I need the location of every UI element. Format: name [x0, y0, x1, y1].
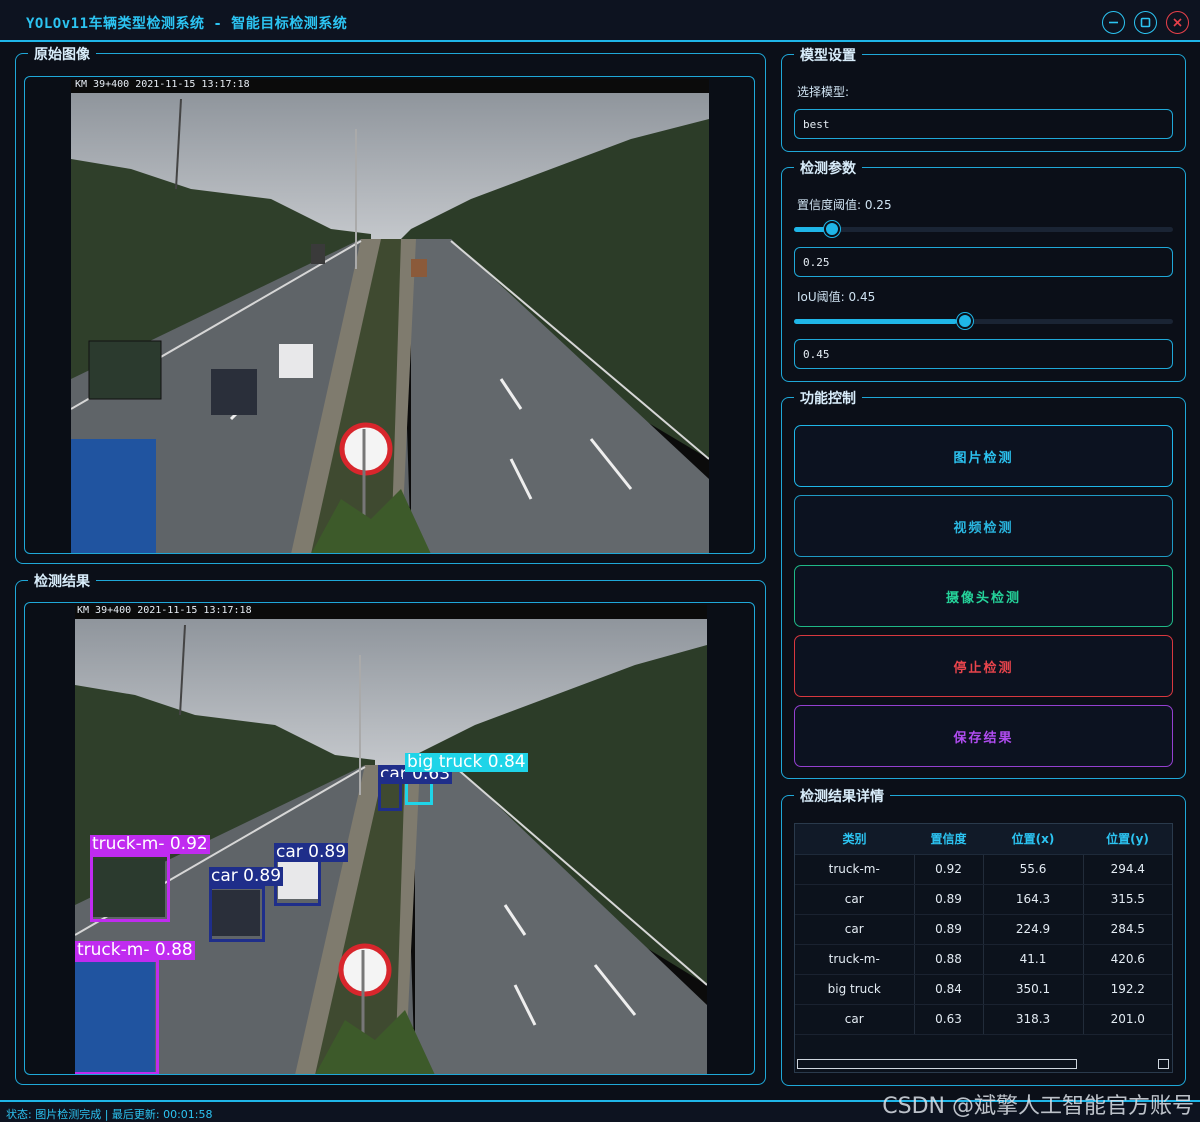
table-cell: 192.2	[1083, 974, 1172, 1005]
detection-params-title: 检测参数	[794, 158, 862, 178]
iou-slider[interactable]	[794, 313, 1173, 329]
column-header[interactable]: 置信度	[914, 824, 983, 855]
confidence-slider-handle[interactable]	[824, 221, 840, 237]
detection-label: big truck 0.84	[405, 752, 528, 772]
table-cell: 284.5	[1083, 914, 1172, 945]
table-cell: car	[795, 1004, 915, 1035]
table-cell: truck-m-	[795, 944, 915, 975]
highway-scene	[71, 79, 709, 553]
table-row[interactable]: truck-m- 0.88 41.1 420.6	[795, 944, 1172, 975]
horizontal-scrollbar[interactable]	[797, 1059, 1077, 1069]
model-select[interactable]: best	[794, 109, 1173, 139]
detection-box	[75, 959, 159, 1074]
table-cell: 350.1	[983, 974, 1084, 1005]
image-detect-button[interactable]: 图片检测	[794, 425, 1173, 487]
detection-box	[90, 854, 170, 922]
column-header[interactable]: 位置(y)	[1083, 824, 1172, 855]
title-bar: YOLOv11车辆类型检测系统 - 智能目标检测系统	[0, 0, 1200, 42]
table-cell: 0.89	[914, 914, 984, 945]
table-cell: 164.3	[983, 884, 1084, 915]
table-cell: truck-m-	[795, 854, 915, 885]
table-cell: 0.88	[914, 944, 984, 975]
results-table-container: 类别 置信度 位置(x) 位置(y) truck-m- 0.92 55.6 29…	[794, 823, 1173, 1073]
model-settings-title: 模型设置	[794, 45, 862, 65]
confidence-label: 置信度阈值: 0.25	[797, 198, 892, 212]
table-cell: 420.6	[1083, 944, 1172, 975]
detection-box	[378, 777, 402, 811]
column-header[interactable]: 类别	[795, 824, 914, 855]
column-header[interactable]: 位置(x)	[983, 824, 1083, 855]
function-controls-title: 功能控制	[794, 388, 862, 408]
table-cell: 294.4	[1083, 854, 1172, 885]
table-row[interactable]: truck-m- 0.92 55.6 294.4	[795, 854, 1172, 885]
table-cell: 315.5	[1083, 884, 1172, 915]
table-header-row: 类别 置信度 位置(x) 位置(y)	[795, 824, 1172, 855]
table-cell: 0.84	[914, 974, 984, 1005]
iou-slider-handle[interactable]	[957, 313, 973, 329]
result-timestamp: KM 39+400 2021-11-15 13:17:18	[77, 605, 252, 616]
table-cell: 201.0	[1083, 1004, 1172, 1035]
table-row[interactable]: car 0.89 224.9 284.5	[795, 914, 1172, 945]
model-select-label: 选择模型:	[797, 85, 850, 99]
stop-detect-button[interactable]: 停止检测	[794, 635, 1173, 697]
table-cell: 41.1	[983, 944, 1084, 975]
table-cell: big truck	[795, 974, 915, 1005]
close-icon[interactable]	[1166, 11, 1189, 34]
table-row[interactable]: big truck 0.84 350.1 192.2	[795, 974, 1172, 1005]
maximize-icon[interactable]	[1134, 11, 1157, 34]
table-cell: 0.63	[914, 1004, 984, 1035]
watermark: CSDN @斌擎人工智能官方账号	[882, 1094, 1194, 1119]
table-cell: 318.3	[983, 1004, 1084, 1035]
iou-slider-fill	[794, 319, 957, 324]
table-cell: 0.89	[914, 884, 984, 915]
camera-detect-button[interactable]: 摄像头检测	[794, 565, 1173, 627]
detection-label: car 0.89	[209, 866, 284, 886]
table-cell: 55.6	[983, 854, 1084, 885]
save-results-button[interactable]: 保存结果	[794, 705, 1173, 767]
result-image-title: 检测结果	[28, 571, 96, 591]
results-table: 类别 置信度 位置(x) 位置(y) truck-m- 0.92 55.6 29…	[795, 824, 1172, 1035]
original-image-frame: KM 39+400 2021-11-15 13:17:18	[24, 76, 755, 554]
original-image: KM 39+400 2021-11-15 13:17:18	[71, 79, 709, 553]
detection-details-title: 检测结果详情	[794, 786, 890, 806]
iou-input[interactable]: 0.45	[794, 339, 1173, 369]
detection-label: car 0.89	[274, 842, 349, 862]
original-image-title: 原始图像	[28, 44, 96, 64]
status-text: 状态: 图片检测完成 | 最后更新: 00:01:58	[6, 1108, 213, 1121]
iou-label: IoU阈值: 0.45	[797, 290, 876, 304]
table-cell: 0.92	[914, 854, 984, 885]
minimize-icon[interactable]	[1102, 11, 1125, 34]
table-row[interactable]: car 0.89 164.3 315.5	[795, 884, 1172, 915]
table-row[interactable]: car 0.63 318.3 201.0	[795, 1004, 1172, 1035]
table-cell: car	[795, 884, 915, 915]
scrollbar-corner	[1158, 1059, 1169, 1069]
window-title: YOLOv11车辆类型检测系统 - 智能目标检测系统	[26, 16, 348, 32]
table-cell: 224.9	[983, 914, 1084, 945]
confidence-slider[interactable]	[794, 221, 1173, 237]
detection-label: truck-m- 0.88	[75, 940, 195, 960]
confidence-input[interactable]: 0.25	[794, 247, 1173, 277]
app-window: YOLOv11车辆类型检测系统 - 智能目标检测系统 原始图像 KM 39+40…	[0, 0, 1200, 1122]
video-detect-button[interactable]: 视频检测	[794, 495, 1173, 557]
result-image: KM 39+400 2021-11-15 13:17:18 truck-m- 0…	[75, 605, 707, 1074]
result-image-frame: KM 39+400 2021-11-15 13:17:18 truck-m- 0…	[24, 602, 755, 1075]
original-timestamp: KM 39+400 2021-11-15 13:17:18	[75, 79, 250, 90]
detection-box	[209, 886, 265, 942]
table-cell: car	[795, 914, 915, 945]
detection-label: truck-m- 0.92	[90, 834, 210, 854]
